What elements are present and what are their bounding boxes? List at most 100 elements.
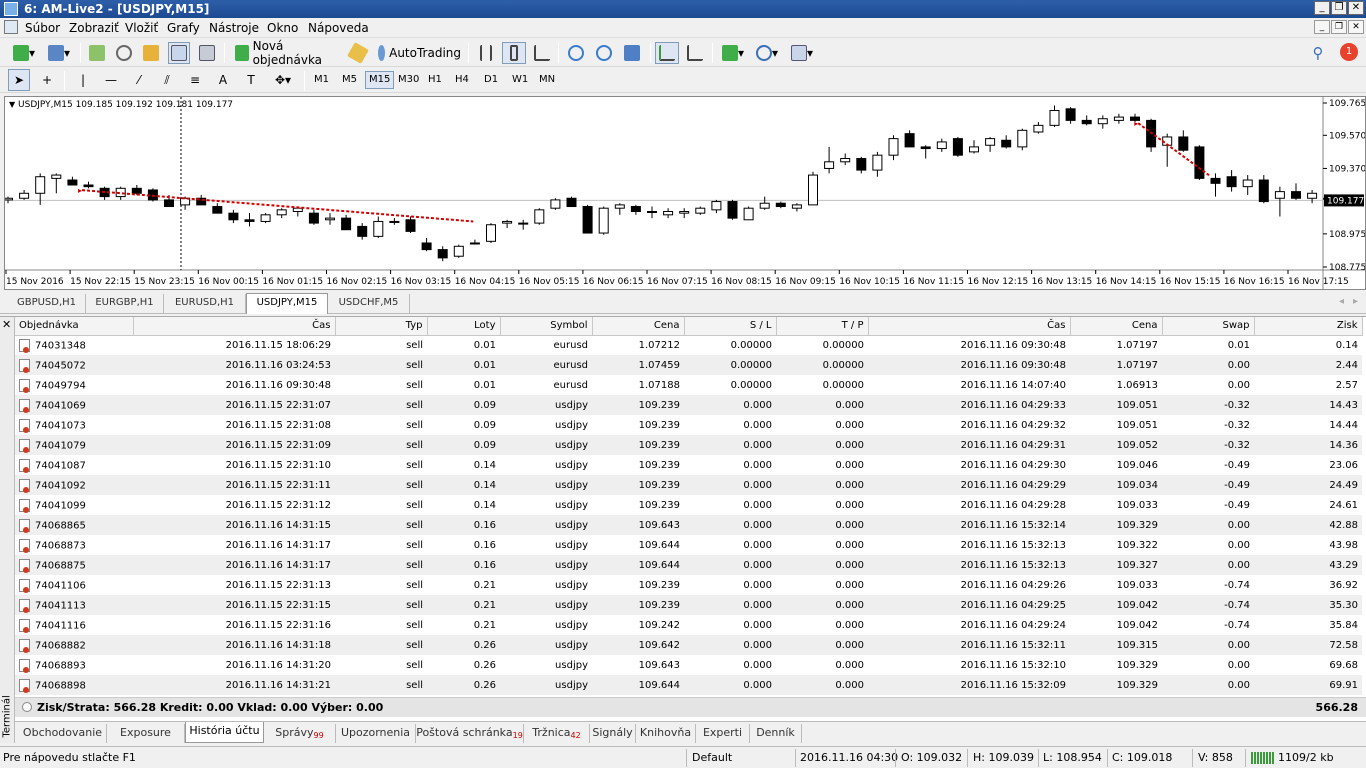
search-button[interactable]: ⚲ bbox=[1306, 42, 1330, 64]
status-profile[interactable]: Default bbox=[692, 751, 732, 764]
table-row[interactable]: 74068882 2016.11.16 14:31:18 sell 0.26 usdjp… bbox=[15, 635, 1362, 655]
table-row[interactable]: 74041116 2016.11.15 22:31:16 sell 0.21 usdjp… bbox=[15, 615, 1362, 635]
table-row[interactable]: 74045072 2016.11.16 03:24:53 sell 0.01 eurus… bbox=[15, 355, 1362, 375]
table-row[interactable]: 74068875 2016.11.16 14:31:17 sell 0.16 usdjp… bbox=[15, 555, 1362, 575]
timeframe-h4[interactable]: H4 bbox=[451, 71, 473, 89]
data-window-button[interactable] bbox=[113, 42, 135, 64]
column-header-6[interactable]: S / L bbox=[684, 317, 777, 336]
terminal-tab-9[interactable]: Experti bbox=[696, 724, 750, 743]
column-header-8[interactable]: Čas bbox=[868, 317, 1071, 336]
terminal-tab-5[interactable]: Poštová schránka19 bbox=[416, 724, 524, 743]
column-header-4[interactable]: Symbol bbox=[500, 317, 593, 336]
candlestick-chart-svg[interactable]: ▸ ▸ 109.765 109.570 109.370 108.975 108.775 109… bbox=[5, 97, 1365, 289]
column-header-11[interactable]: Zisk bbox=[1254, 317, 1363, 336]
terminal-tab-7[interactable]: Signály bbox=[590, 724, 636, 743]
price-chart[interactable]: ▸ ▸ 109.765 109.570 109.370 108.975 108.775 109… bbox=[4, 96, 1366, 290]
table-row[interactable]: 74041069 2016.11.15 22:31:07 sell 0.09 usdjp… bbox=[15, 395, 1362, 415]
auto-scroll-button[interactable] bbox=[655, 42, 679, 64]
chart-window-icon[interactable] bbox=[4, 20, 18, 34]
shapes-tool[interactable]: ✥▾ bbox=[268, 69, 298, 91]
column-header-2[interactable]: Typ bbox=[335, 317, 428, 336]
table-row[interactable]: 74041087 2016.11.15 22:31:10 sell 0.14 usdjp… bbox=[15, 455, 1362, 475]
text-tool[interactable]: A bbox=[212, 69, 234, 91]
mdi-restore-button[interactable]: ❐ bbox=[1331, 20, 1347, 34]
new-order-button[interactable]: Nová objednávka bbox=[230, 39, 342, 67]
new-chart-button[interactable]: ▾ bbox=[8, 42, 40, 64]
table-row[interactable]: 74041106 2016.11.15 22:31:13 sell 0.21 usdjp… bbox=[15, 575, 1362, 595]
terminal-tab-6[interactable]: Tržnica42 bbox=[524, 724, 590, 743]
terminal-tab-8[interactable]: Knihovňa bbox=[636, 724, 696, 743]
mdi-minimize-button[interactable]: _ bbox=[1314, 20, 1330, 34]
timeframe-m5[interactable]: M5 bbox=[338, 71, 361, 89]
maximize-button[interactable]: ❐ bbox=[1331, 1, 1347, 15]
terminal-tab-3[interactable]: Správy99 bbox=[264, 724, 336, 743]
column-header-3[interactable]: Loty bbox=[427, 317, 501, 336]
table-row[interactable]: 74041113 2016.11.15 22:31:15 sell 0.21 usdjp… bbox=[15, 595, 1362, 615]
candlestick-button[interactable] bbox=[502, 42, 526, 64]
navigator-button[interactable] bbox=[140, 42, 162, 64]
tabs-scroll-right-icon[interactable]: ▸ bbox=[1353, 296, 1358, 307]
menu-vlozit[interactable]: Vložiť bbox=[125, 21, 158, 35]
mdi-close-button[interactable]: ✕ bbox=[1348, 20, 1364, 34]
templates-button[interactable]: ▾ bbox=[786, 42, 818, 64]
cursor-tool[interactable]: ➤ bbox=[8, 69, 30, 91]
terminal-tab-0[interactable]: Obchodovanie bbox=[19, 724, 107, 743]
menu-okno[interactable]: Okno bbox=[267, 21, 298, 35]
terminal-tab-2[interactable]: História účtu bbox=[185, 722, 264, 743]
menu-grafy[interactable]: Grafy bbox=[167, 21, 200, 35]
chart-tab-usdjpy[interactable]: USDJPY,M15 bbox=[246, 293, 328, 314]
chart-tab-eurgbp[interactable]: EURGBP,H1 bbox=[86, 294, 164, 314]
periods-button[interactable]: ▾ bbox=[752, 42, 782, 64]
table-row[interactable]: 74049794 2016.11.16 09:30:48 sell 0.01 eurus… bbox=[15, 375, 1362, 395]
table-row[interactable]: 74068865 2016.11.16 14:31:15 sell 0.16 usdjp… bbox=[15, 515, 1362, 535]
market-watch-button[interactable] bbox=[86, 42, 108, 64]
timeframe-w1[interactable]: W1 bbox=[508, 71, 532, 89]
column-header-9[interactable]: Cena bbox=[1070, 317, 1163, 336]
timeframe-m30[interactable]: M30 bbox=[394, 71, 423, 89]
menu-subor[interactable]: Súbor bbox=[25, 21, 60, 35]
table-row[interactable]: 74041092 2016.11.15 22:31:11 sell 0.14 usdjp… bbox=[15, 475, 1362, 495]
terminal-button[interactable] bbox=[168, 42, 190, 64]
chart-shift-button[interactable] bbox=[683, 42, 707, 64]
chart-tab-gbpusd[interactable]: GBPUSD,H1 bbox=[8, 294, 86, 314]
notifications-button[interactable]: 1 bbox=[1336, 41, 1362, 63]
chart-tab-usdchf[interactable]: USDCHF,M5 bbox=[328, 294, 410, 314]
chart-tab-eurusd[interactable]: EURUSD,H1 bbox=[164, 294, 246, 314]
minimize-button[interactable]: _ bbox=[1314, 1, 1330, 15]
table-row[interactable]: 74068873 2016.11.16 14:31:17 sell 0.16 usdjp… bbox=[15, 535, 1362, 555]
text-label-tool[interactable]: T bbox=[240, 69, 262, 91]
tabs-scroll-left-icon[interactable]: ◂ bbox=[1339, 296, 1344, 307]
table-row[interactable]: 74068893 2016.11.16 14:31:20 sell 0.26 usdjp… bbox=[15, 655, 1362, 675]
chart-collapse-icon[interactable]: ▼ bbox=[9, 100, 15, 109]
zoom-in-button[interactable] bbox=[564, 42, 588, 64]
profiles-button[interactable]: ▾ bbox=[44, 42, 74, 64]
table-row[interactable]: 74041099 2016.11.15 22:31:12 sell 0.14 usdjp… bbox=[15, 495, 1362, 515]
menu-napoveda[interactable]: Nápoveda bbox=[308, 21, 369, 35]
autotrading-button[interactable]: AutoTrading bbox=[374, 42, 462, 64]
metaeditor-button[interactable] bbox=[346, 42, 370, 64]
line-chart-button[interactable] bbox=[530, 42, 554, 64]
table-row[interactable]: 74068898 2016.11.16 14:31:21 sell 0.26 usdjp… bbox=[15, 675, 1362, 695]
timeframe-mn[interactable]: MN bbox=[535, 71, 559, 89]
menu-zobrazit[interactable]: Zobraziť bbox=[69, 21, 119, 35]
table-row[interactable]: 74031348 2016.11.15 18:06:29 sell 0.01 eurus… bbox=[15, 335, 1362, 355]
fibonacci-tool[interactable]: ≡ bbox=[184, 69, 206, 91]
trendline-tool[interactable]: ⁄ bbox=[128, 69, 150, 91]
timeframe-m1[interactable]: M1 bbox=[310, 71, 333, 89]
bar-chart-button[interactable] bbox=[474, 42, 498, 64]
horizontal-line-tool[interactable]: — bbox=[100, 69, 122, 91]
strategy-tester-button[interactable] bbox=[196, 42, 218, 64]
column-header-10[interactable]: Swap bbox=[1162, 317, 1255, 336]
zoom-out-button[interactable] bbox=[592, 42, 616, 64]
timeframe-d1[interactable]: D1 bbox=[480, 71, 502, 89]
terminal-tab-1[interactable]: Exposure bbox=[107, 724, 185, 743]
column-header-5[interactable]: Cena bbox=[592, 317, 685, 336]
terminal-close-icon[interactable]: ✕ bbox=[2, 318, 11, 331]
column-header-0[interactable]: Objednávka bbox=[15, 317, 134, 336]
timeframe-h1[interactable]: H1 bbox=[424, 71, 446, 89]
table-row[interactable]: 74041079 2016.11.15 22:31:09 sell 0.09 usdjp… bbox=[15, 435, 1362, 455]
indicators-button[interactable]: ▾ bbox=[718, 42, 748, 64]
vertical-line-tool[interactable]: | bbox=[72, 69, 94, 91]
table-row[interactable]: 74041073 2016.11.15 22:31:08 sell 0.09 usdjp… bbox=[15, 415, 1362, 435]
terminal-tab-4[interactable]: Upozornenia bbox=[336, 724, 416, 743]
